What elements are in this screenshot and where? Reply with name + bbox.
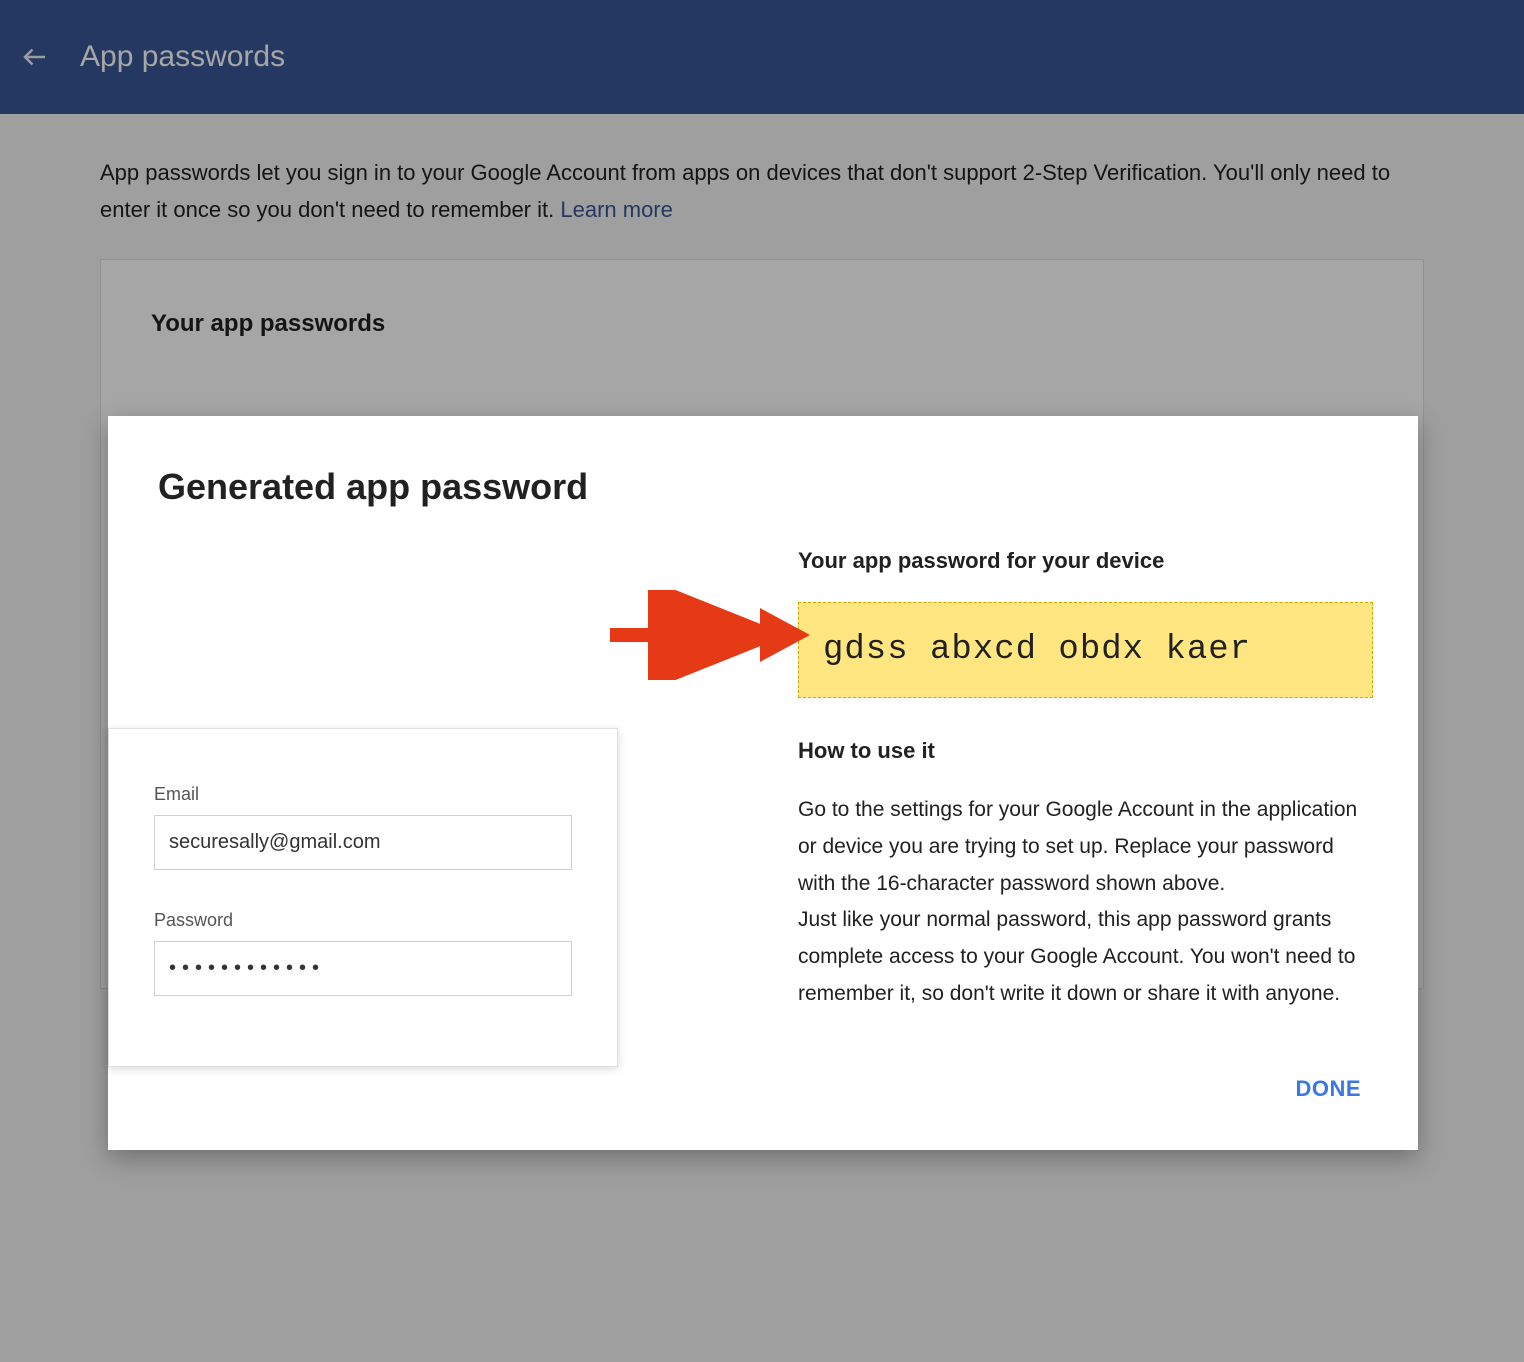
generated-password-modal: Generated app password Email Password Yo… — [108, 416, 1418, 1150]
password-label: Password — [154, 910, 572, 931]
howto-body-1: Go to the settings for your Google Accou… — [798, 792, 1373, 902]
modal-body: Email Password Your app password for you… — [158, 548, 1373, 1013]
modal-footer: DONE — [158, 1068, 1373, 1110]
done-button[interactable]: DONE — [1283, 1068, 1373, 1110]
device-password-subhead: Your app password for your device — [798, 548, 1373, 574]
howto-heading: How to use it — [798, 738, 1373, 764]
generated-password-box: gdss abxcd obdx kaer — [798, 602, 1373, 698]
modal-right-column: Your app password for your device gdss a… — [798, 548, 1373, 1013]
email-label: Email — [154, 784, 572, 805]
modal-left-column: Email Password — [158, 548, 668, 1013]
howto-body-2: Just like your normal password, this app… — [798, 902, 1373, 1012]
login-example-box: Email Password — [108, 728, 618, 1067]
email-field[interactable] — [154, 815, 572, 870]
modal-title: Generated app password — [158, 466, 1373, 508]
password-field[interactable] — [154, 941, 572, 996]
